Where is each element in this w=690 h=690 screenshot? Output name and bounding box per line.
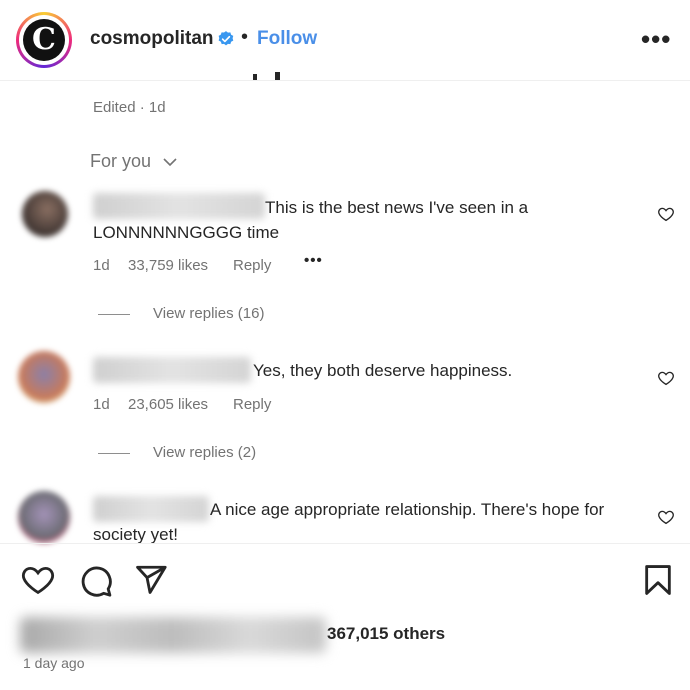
view-replies-button[interactable]: View replies (2) (153, 444, 256, 461)
view-replies-button[interactable]: View replies (16) (153, 305, 264, 322)
chevron-down-icon[interactable] (162, 155, 178, 169)
comment-likes[interactable]: 33,759 likes (128, 257, 208, 274)
like-heart-icon[interactable] (21, 563, 55, 597)
comment-like-heart-icon[interactable] (657, 205, 675, 223)
commenter-avatar[interactable] (18, 351, 70, 403)
post-timestamp: 1 day ago (23, 655, 85, 671)
avatar[interactable]: C (23, 19, 65, 61)
comments-filter-dropdown[interactable]: For you (90, 151, 151, 172)
username[interactable]: cosmopolitan (90, 28, 214, 50)
comment-text: A nice age appropriate relationship. The… (93, 500, 605, 543)
caption-cutoff (253, 72, 280, 80)
save-bookmark-icon[interactable] (641, 563, 675, 597)
comment-text: This is the best news I've seen in a LON… (93, 198, 529, 242)
more-options-icon[interactable]: ••• (641, 24, 671, 55)
comment-like-heart-icon[interactable] (657, 369, 675, 387)
follow-button[interactable]: Follow (257, 28, 317, 50)
separator-dot: • (241, 26, 249, 48)
likes-others-count[interactable]: 367,015 others (327, 624, 445, 644)
comment-bubble-icon[interactable] (79, 564, 113, 598)
edited-label: Edited · 1d (93, 99, 166, 116)
comment-more-icon[interactable]: ••• (304, 252, 323, 269)
commenter-avatar[interactable] (18, 491, 70, 543)
reply-button[interactable]: Reply (233, 257, 271, 274)
share-send-icon[interactable] (134, 563, 168, 597)
comment-like-heart-icon[interactable] (657, 508, 675, 526)
comment-likes[interactable]: 23,605 likes (128, 396, 208, 413)
comment-time: 1d (93, 396, 110, 413)
liked-by-redacted[interactable] (20, 617, 326, 653)
commenter-avatar[interactable] (22, 191, 68, 237)
reply-button[interactable]: Reply (233, 396, 271, 413)
verified-badge-icon (218, 31, 234, 46)
footer-divider (0, 543, 690, 544)
view-replies-line (98, 314, 130, 315)
comment-text: Yes, they both deserve happiness. (253, 361, 513, 380)
comment-time: 1d (93, 257, 110, 274)
view-replies-line (98, 453, 130, 454)
